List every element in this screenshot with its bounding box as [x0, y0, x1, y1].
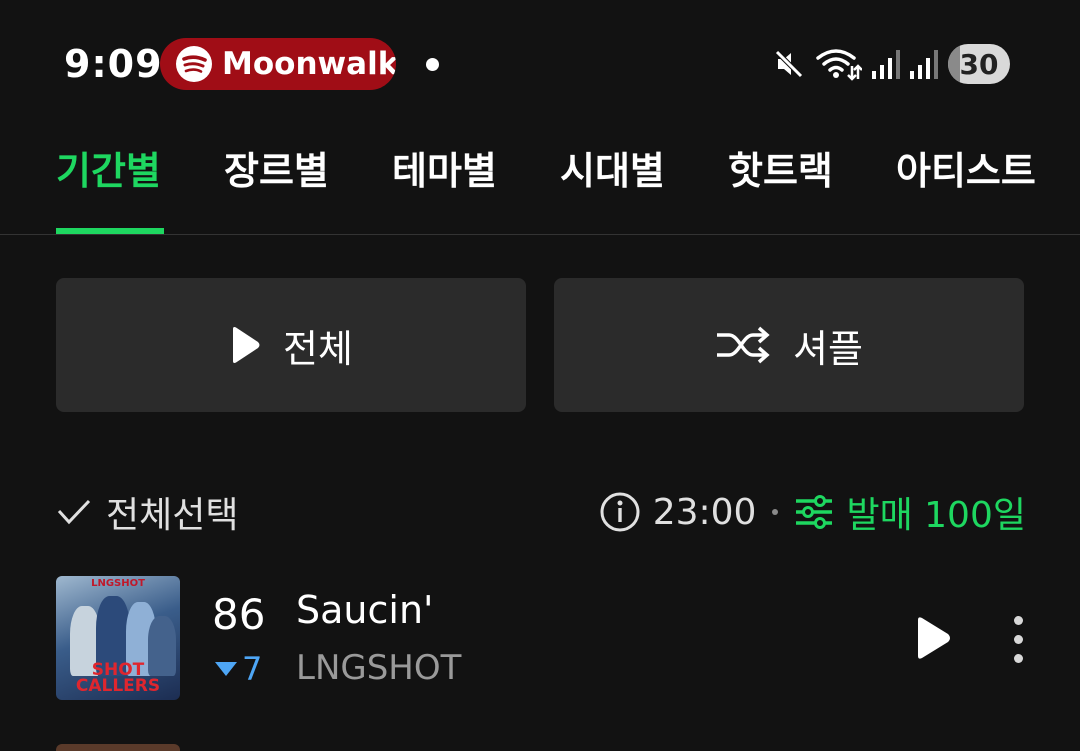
release-filter-button[interactable]: 발매 100일: [846, 486, 1026, 538]
shuffle-icon: [717, 326, 770, 364]
more-options-icon[interactable]: [1010, 616, 1026, 664]
rank-down-icon: [215, 662, 237, 676]
check-icon: [57, 499, 91, 525]
tab-artist[interactable]: 아티스트: [896, 140, 1036, 195]
now-playing-pill[interactable]: Moonwalk: [160, 38, 396, 90]
clock: 9:09: [64, 42, 163, 86]
mute-icon: [774, 49, 804, 79]
battery-icon: 30: [948, 44, 1010, 84]
next-track-cover[interactable]: [56, 744, 180, 751]
tab-theme[interactable]: 테마별: [392, 140, 497, 195]
wifi-icon: [816, 49, 862, 81]
track-artist[interactable]: LNGSHOT: [296, 648, 461, 688]
category-tabs: 기간별 장르별 테마별 시대별 핫트랙 아티스트: [0, 120, 1080, 235]
album-cover[interactable]: LNGSHOT SHOT CALLERS: [56, 576, 180, 700]
active-tab-indicator: [56, 228, 164, 234]
tab-genre[interactable]: 장르별: [224, 140, 329, 195]
signal-icon: [872, 50, 900, 79]
track-rank: 86: [212, 590, 266, 639]
track-row[interactable]: LNGSHOT SHOT CALLERS 86 7 Saucin' LNGSHO…: [56, 576, 1026, 700]
info-icon[interactable]: [599, 491, 641, 533]
shuffle-button[interactable]: 셔플: [554, 278, 1024, 412]
now-playing-title: Moonwalk: [222, 46, 396, 82]
cover-album-text: SHOT CALLERS: [75, 660, 161, 696]
tab-hot-track[interactable]: 핫트랙: [728, 140, 833, 195]
play-all-button[interactable]: 전체: [56, 278, 526, 412]
filter-icon[interactable]: [794, 495, 834, 529]
status-icons: 30: [764, 42, 1010, 86]
list-header: 전체선택 23:00 발매 100일: [56, 478, 1026, 542]
chart-meta: 23:00 발매 100일: [599, 486, 1026, 538]
shuffle-label: 셔플: [793, 326, 863, 371]
select-all-label: 전체선택: [106, 495, 239, 536]
signal-icon-2: [910, 50, 938, 79]
track-title: Saucin': [296, 588, 434, 632]
select-all-button[interactable]: 전체선택: [56, 486, 238, 538]
notification-dot: [426, 58, 439, 71]
cover-artist-text: LNGSHOT: [91, 578, 145, 589]
tab-period[interactable]: 기간별: [56, 140, 161, 195]
rank-change: 7: [214, 650, 262, 688]
rank-change-value: 7: [242, 650, 263, 688]
play-icon: [233, 327, 260, 363]
chart-time: 23:00: [652, 491, 757, 533]
status-bar: 9:09 Moonwalk 30: [0, 0, 1080, 120]
tab-era[interactable]: 시대별: [560, 140, 665, 195]
battery-level: 30: [959, 47, 999, 81]
spotify-icon: [176, 46, 212, 82]
play-all-label: 전체: [283, 326, 353, 371]
separator-dot: [772, 509, 779, 515]
track-play-icon[interactable]: [912, 616, 952, 660]
